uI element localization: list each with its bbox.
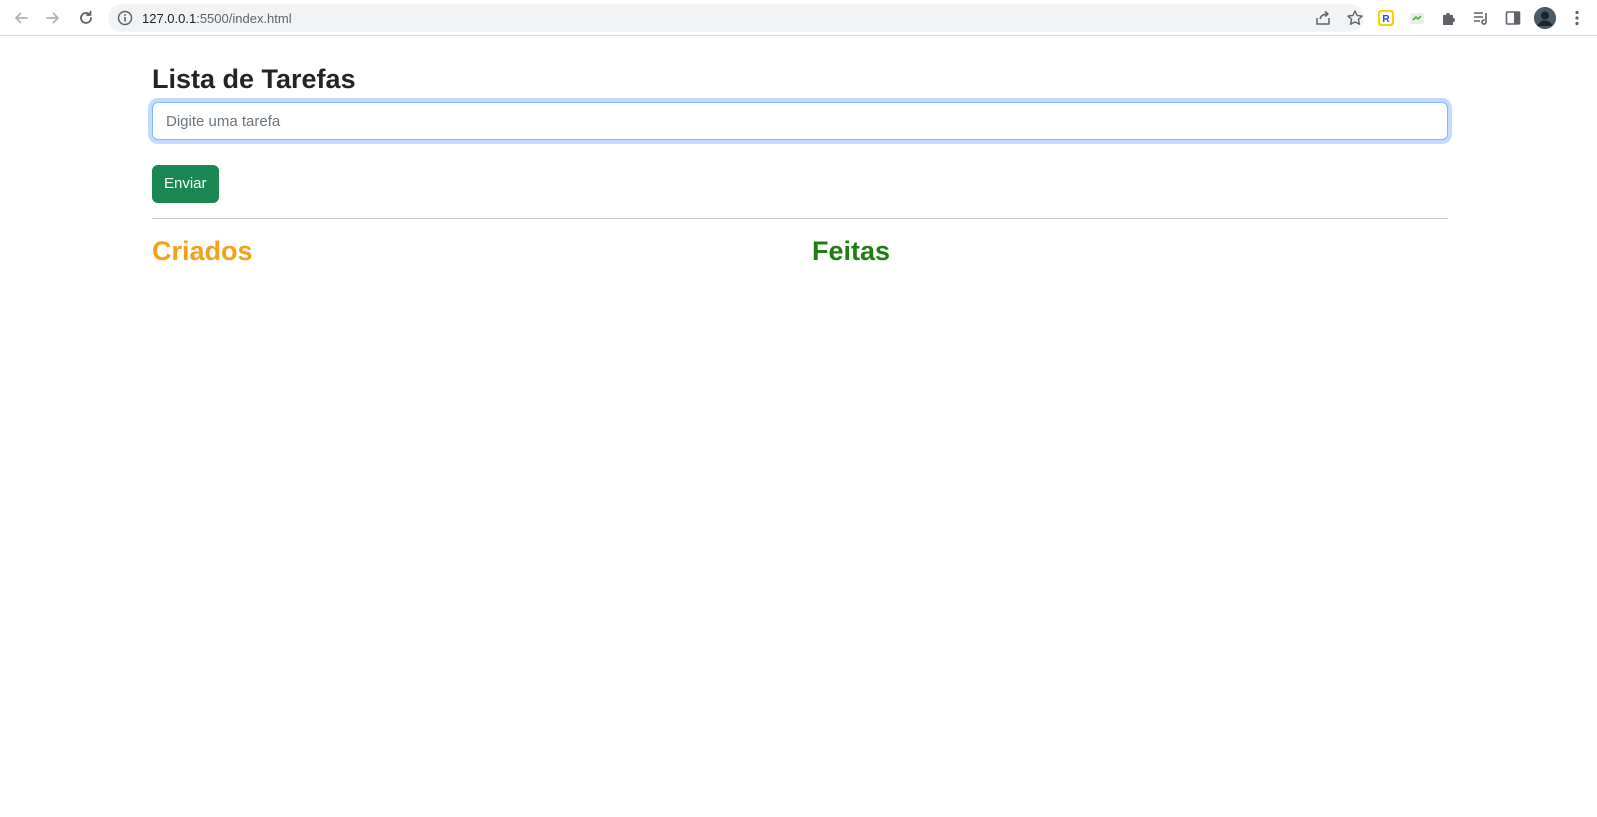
url-path: :5500/index.html: [196, 11, 292, 26]
extension-green-icon[interactable]: [1406, 7, 1428, 29]
created-heading: Criados: [152, 236, 253, 266]
side-panel-icon[interactable]: [1502, 7, 1524, 29]
extension-r-icon[interactable]: R: [1375, 7, 1397, 29]
address-bar[interactable]: 127.0.0.1:5500/index.html: [108, 4, 1364, 32]
reload-icon[interactable]: [74, 6, 98, 30]
back-arrow-icon[interactable]: [9, 6, 33, 30]
menu-dots-icon[interactable]: [1566, 7, 1588, 29]
url-text: 127.0.0.1:5500/index.html: [142, 11, 292, 26]
profile-avatar[interactable]: [1534, 7, 1556, 29]
browser-toolbar: 127.0.0.1:5500/index.html R: [0, 0, 1597, 36]
share-icon[interactable]: [1314, 9, 1332, 27]
divider: [152, 218, 1448, 219]
puzzle-icon[interactable]: [1438, 7, 1460, 29]
svg-text:R: R: [1382, 14, 1390, 25]
task-input[interactable]: [152, 102, 1448, 140]
star-icon[interactable]: [1346, 9, 1364, 27]
done-heading: Feitas: [812, 236, 891, 266]
send-button[interactable]: Enviar: [152, 165, 219, 203]
url-host: 127.0.0.1: [142, 11, 197, 26]
reading-list-icon[interactable]: [1470, 7, 1492, 29]
info-icon[interactable]: [116, 9, 134, 27]
page-title: Lista de Tarefas: [152, 64, 356, 94]
forward-arrow-icon[interactable]: [41, 6, 65, 30]
